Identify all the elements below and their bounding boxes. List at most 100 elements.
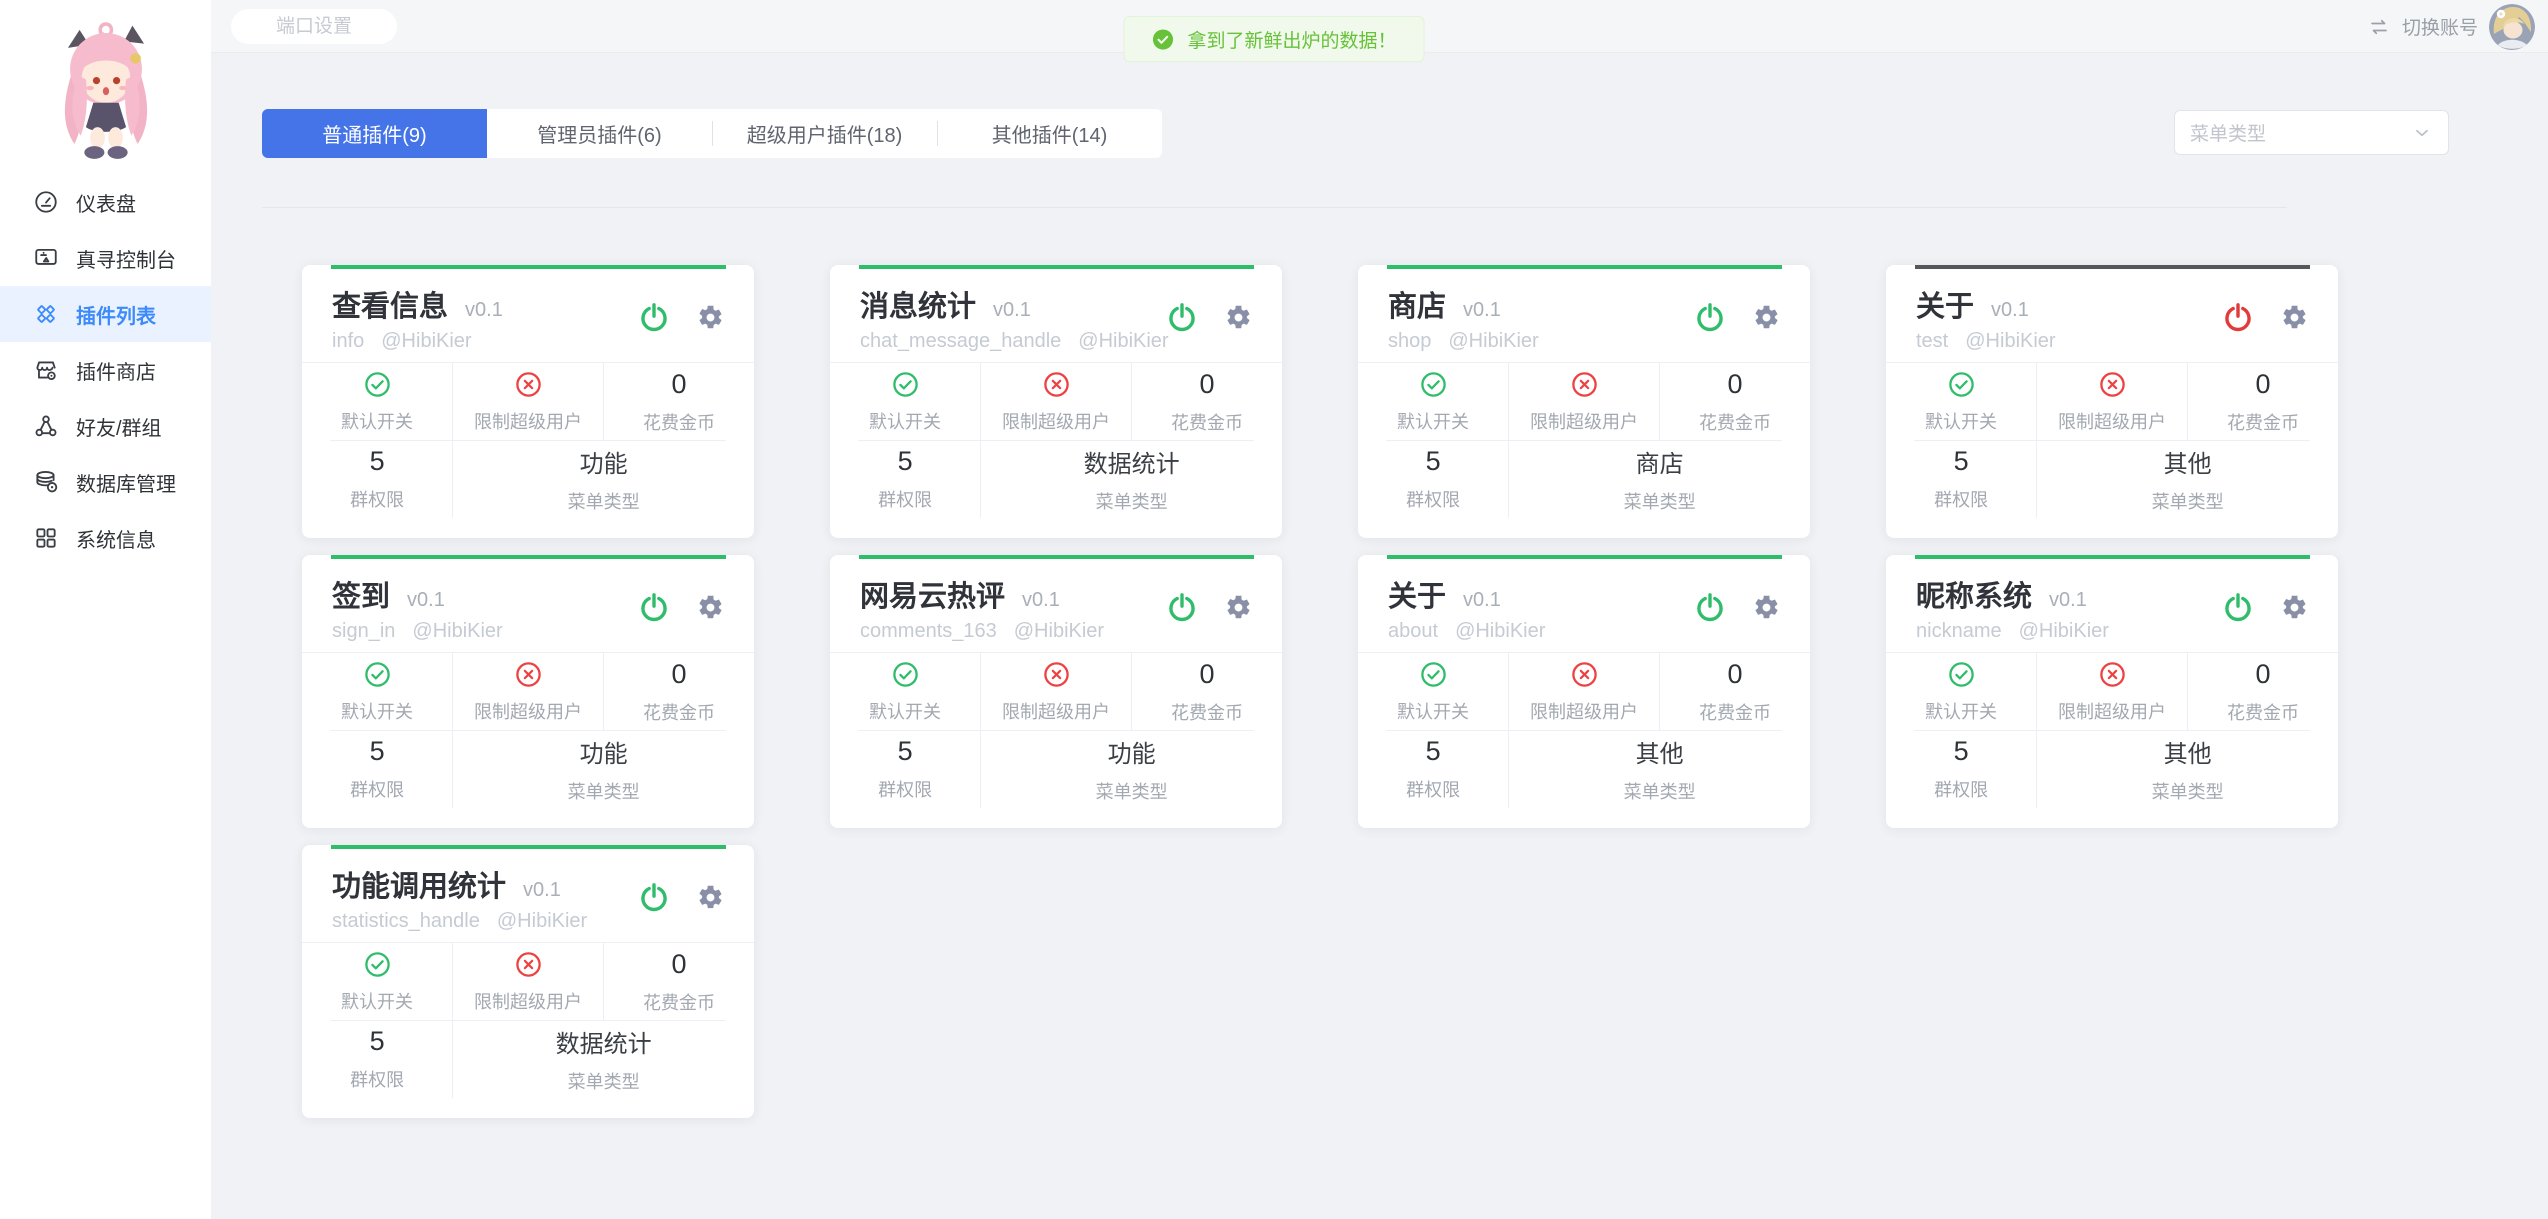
card-header: 消息统计 v0.1 chat_message_handle @HibiKier bbox=[830, 265, 1282, 362]
plugin-title: 签到 bbox=[332, 573, 390, 615]
stat-label-group-permission: 群权限 bbox=[350, 486, 404, 512]
plugin-title: 关于 bbox=[1388, 573, 1446, 615]
sidebar-item-zhenxun-console[interactable]: 真寻控制台 bbox=[0, 230, 211, 286]
plugin-author: @HibiKier bbox=[1014, 620, 1104, 643]
settings-gear-icon[interactable] bbox=[697, 304, 724, 331]
plugin-version: v0.1 bbox=[1991, 299, 2029, 322]
tab-normal-plugins[interactable]: 普通插件(9) bbox=[262, 109, 487, 158]
switch-account-button[interactable]: 切换账号 bbox=[2367, 0, 2535, 53]
tab-superuser-plugins[interactable]: 超级用户插件(18) bbox=[712, 109, 937, 158]
settings-gear-icon[interactable] bbox=[2281, 304, 2308, 331]
power-toggle-icon[interactable] bbox=[1693, 301, 1727, 335]
card-header: 关于 v0.1 test @HibiKier bbox=[1886, 265, 2338, 362]
card-header: 签到 v0.1 sign_in @HibiKier bbox=[302, 555, 754, 652]
sidebar-item-database[interactable]: 数据库管理 bbox=[0, 454, 211, 510]
plugin-card: 关于 v0.1 about @HibiKier 默认开关 限制超级用户 bbox=[1358, 555, 1810, 828]
group-permission-value: 5 bbox=[1426, 446, 1441, 477]
stat-label-cost-gold: 花费金币 bbox=[1171, 409, 1243, 435]
plugin-title: 消息统计 bbox=[860, 283, 976, 325]
stat-label-default-switch: 默认开关 bbox=[341, 988, 413, 1014]
stat-label-menu-type: 菜单类型 bbox=[2152, 778, 2224, 804]
plugin-version: v0.1 bbox=[523, 879, 561, 902]
stat-label-default-switch: 默认开关 bbox=[1925, 698, 1997, 724]
user-avatar[interactable] bbox=[2489, 4, 2535, 50]
stat-label-group-permission: 群权限 bbox=[1406, 486, 1460, 512]
group-permission-value: 5 bbox=[370, 1026, 385, 1057]
stat-label-cost-gold: 花费金币 bbox=[1171, 699, 1243, 725]
power-toggle-icon[interactable] bbox=[637, 881, 671, 915]
stat-label-default-switch: 默认开关 bbox=[869, 698, 941, 724]
sidebar-item-dashboard[interactable]: 仪表盘 bbox=[0, 174, 211, 230]
share-users-icon bbox=[33, 413, 59, 439]
plugin-title: 查看信息 bbox=[332, 283, 448, 325]
stat-label-limit-superuser: 限制超级用户 bbox=[1530, 698, 1638, 724]
sidebar-item-plugin-shop[interactable]: 插件商店 bbox=[0, 342, 211, 398]
stat-label-group-permission: 群权限 bbox=[1934, 486, 1988, 512]
tab-label: 超级用户插件(18) bbox=[747, 119, 903, 148]
sidebar-item-friends-groups[interactable]: 好友/群组 bbox=[0, 398, 211, 454]
power-toggle-icon[interactable] bbox=[637, 591, 671, 625]
toast-message: 拿到了新鲜出炉的数据！ bbox=[1187, 26, 1396, 53]
power-toggle-icon[interactable] bbox=[2221, 591, 2255, 625]
plugin-title: 功能调用统计 bbox=[332, 863, 506, 905]
sidebar-item-system-info[interactable]: 系统信息 bbox=[0, 510, 211, 566]
stat-label-menu-type: 菜单类型 bbox=[568, 488, 640, 514]
settings-gear-icon[interactable] bbox=[2281, 594, 2308, 621]
x-circle-icon bbox=[1042, 370, 1071, 399]
power-toggle-icon[interactable] bbox=[2221, 301, 2255, 335]
card-header: 商店 v0.1 shop @HibiKier bbox=[1358, 265, 1810, 362]
plugin-author: @HibiKier bbox=[2019, 620, 2109, 643]
port-settings-input[interactable] bbox=[231, 9, 397, 44]
plugin-version: v0.1 bbox=[993, 299, 1031, 322]
stat-label-group-permission: 群权限 bbox=[350, 776, 404, 802]
stat-label-cost-gold: 花费金币 bbox=[2227, 409, 2299, 435]
settings-gear-icon[interactable] bbox=[697, 594, 724, 621]
plugin-card: 查看信息 v0.1 info @HibiKier 默认开关 限制超级用户 bbox=[302, 265, 754, 538]
sidebar-item-label: 仪表盘 bbox=[76, 188, 136, 217]
stat-label-menu-type: 菜单类型 bbox=[2152, 488, 2224, 514]
settings-gear-icon[interactable] bbox=[1225, 594, 1252, 621]
plugin-version: v0.1 bbox=[407, 589, 445, 612]
check-circle-icon bbox=[363, 370, 392, 399]
card-stats: 默认开关 限制超级用户 0 花费金币 5 群权限 其他 菜单类型 bbox=[1886, 652, 2338, 808]
settings-gear-icon[interactable] bbox=[697, 884, 724, 911]
tab-label: 其他插件(14) bbox=[992, 119, 1108, 148]
card-header: 网易云热评 v0.1 comments_163 @HibiKier bbox=[830, 555, 1282, 652]
tab-other-plugins[interactable]: 其他插件(14) bbox=[937, 109, 1162, 158]
settings-gear-icon[interactable] bbox=[1753, 304, 1780, 331]
menu-type-select[interactable]: 菜单类型 bbox=[2174, 110, 2449, 155]
power-toggle-icon[interactable] bbox=[637, 301, 671, 335]
tab-label: 管理员插件(6) bbox=[537, 119, 661, 148]
menu-type-value: 数据统计 bbox=[556, 1024, 652, 1059]
group-permission-value: 5 bbox=[898, 446, 913, 477]
menu-type-value: 其他 bbox=[2164, 444, 2212, 479]
tab-admin-plugins[interactable]: 管理员插件(6) bbox=[487, 109, 712, 158]
sidebar-item-plugin-list[interactable]: 插件列表 bbox=[0, 286, 211, 342]
plugin-module-name: about bbox=[1388, 620, 1438, 643]
plugin-version: v0.1 bbox=[465, 299, 503, 322]
plugin-author: @HibiKier bbox=[1455, 620, 1545, 643]
stat-label-menu-type: 菜单类型 bbox=[1624, 778, 1696, 804]
stat-label-cost-gold: 花费金币 bbox=[643, 989, 715, 1015]
plugin-version: v0.1 bbox=[1463, 299, 1501, 322]
stat-label-default-switch: 默认开关 bbox=[341, 408, 413, 434]
stat-label-cost-gold: 花费金币 bbox=[643, 409, 715, 435]
power-toggle-icon[interactable] bbox=[1165, 591, 1199, 625]
plugin-card-grid: 查看信息 v0.1 info @HibiKier 默认开关 限制超级用户 bbox=[302, 265, 2338, 1118]
group-permission-value: 5 bbox=[1954, 736, 1969, 767]
sidebar-item-label: 真寻控制台 bbox=[76, 244, 176, 273]
power-toggle-icon[interactable] bbox=[1165, 301, 1199, 335]
switch-account-label: 切换账号 bbox=[2402, 13, 2478, 40]
card-stats: 默认开关 限制超级用户 0 花费金币 5 群权限 功能 菜单类型 bbox=[302, 362, 754, 518]
plugin-card: 网易云热评 v0.1 comments_163 @HibiKier 默认开关 bbox=[830, 555, 1282, 828]
power-toggle-icon[interactable] bbox=[1693, 591, 1727, 625]
sidebar-item-label: 插件列表 bbox=[76, 300, 156, 329]
settings-gear-icon[interactable] bbox=[1753, 594, 1780, 621]
plugin-author: @HibiKier bbox=[1078, 330, 1168, 353]
plugin-version: v0.1 bbox=[1022, 589, 1060, 612]
plugin-module-name: statistics_handle bbox=[332, 910, 480, 933]
card-stats: 默认开关 限制超级用户 0 花费金币 5 群权限 功能 菜单类型 bbox=[302, 652, 754, 808]
menu-type-select-placeholder: 菜单类型 bbox=[2190, 119, 2411, 146]
stat-label-default-switch: 默认开关 bbox=[341, 698, 413, 724]
settings-gear-icon[interactable] bbox=[1225, 304, 1252, 331]
